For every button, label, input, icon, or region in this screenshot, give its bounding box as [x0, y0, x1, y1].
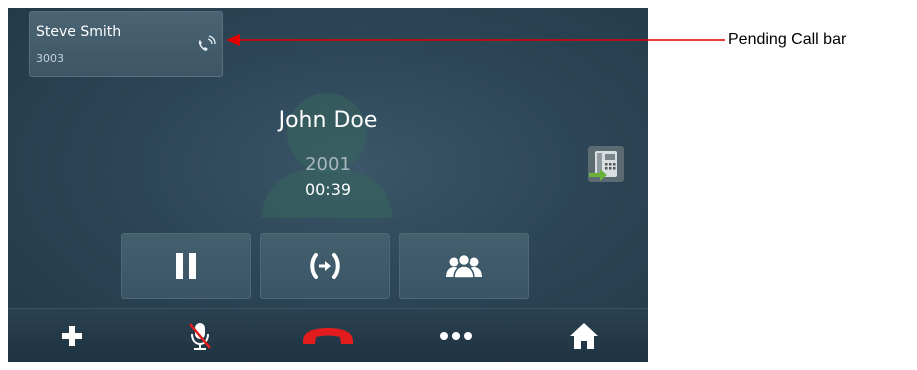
callout-label: Pending Call bar — [728, 31, 847, 48]
callout-arrow — [226, 34, 725, 46]
